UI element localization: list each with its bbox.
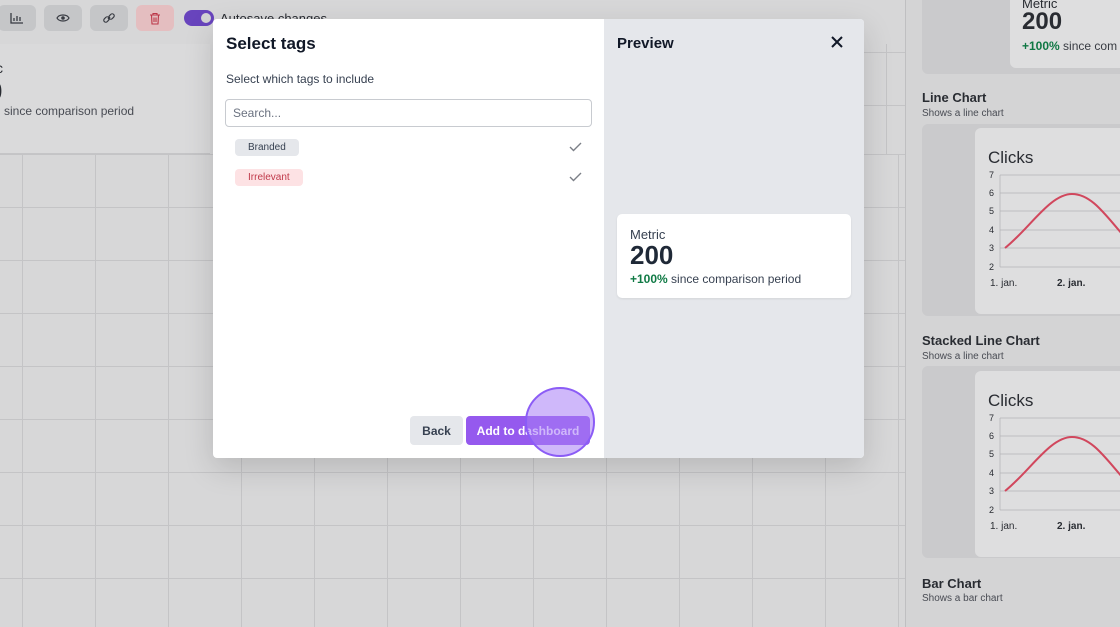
- preview-metric-since: +100% since comparison period: [630, 272, 801, 286]
- tags-selection-pane: Select tags Select which tags to include…: [213, 19, 604, 458]
- preview-pane: Preview Metric 200 +100% since compariso…: [604, 19, 864, 458]
- preview-metric-since-text: since comparison period: [671, 272, 802, 286]
- close-icon: [831, 36, 843, 48]
- modal-title: Select tags: [226, 34, 316, 53]
- preview-title: Preview: [617, 35, 674, 52]
- preview-metric-value: 200: [630, 240, 674, 270]
- tag-label-irrelevant: Irrelevant: [235, 168, 303, 186]
- close-button[interactable]: [828, 33, 846, 51]
- preview-metric-card: Metric 200 +100% since comparison period: [617, 214, 851, 298]
- preview-metric-change: +100%: [630, 272, 668, 286]
- tag-row-irrelevant[interactable]: Irrelevant: [225, 163, 592, 191]
- check-icon: [568, 140, 582, 154]
- add-to-dashboard-button[interactable]: Add to dashboard: [466, 416, 590, 445]
- tag-row-branded[interactable]: Branded: [225, 133, 592, 161]
- select-tags-modal: Select tags Select which tags to include…: [213, 19, 864, 458]
- modal-description: Select which tags to include: [226, 72, 375, 86]
- tag-search-input[interactable]: [225, 99, 592, 127]
- check-icon: [568, 170, 582, 184]
- tag-label-branded: Branded: [235, 138, 299, 156]
- back-button[interactable]: Back: [410, 416, 463, 445]
